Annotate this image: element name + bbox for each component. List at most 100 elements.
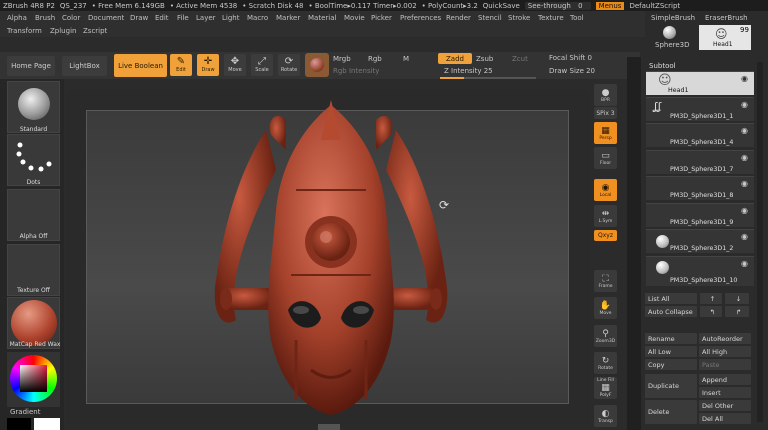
quicksave-button[interactable]: QuickSave	[483, 2, 520, 10]
rename-button[interactable]: Rename	[645, 333, 697, 344]
xyz-button[interactable]: Qxyz	[594, 230, 617, 241]
spix-slider[interactable]: SPix 3	[594, 107, 617, 119]
eye-icon[interactable]: ◉	[741, 100, 748, 109]
insert-button[interactable]: Insert	[699, 387, 751, 398]
live-boolean-button[interactable]: Live Boolean	[114, 54, 167, 77]
menu-brush[interactable]: Brush	[35, 14, 55, 22]
subtool-item-sphere1[interactable]: ʆʆ PM3D_Sphere3D1_1 ◉	[646, 97, 754, 121]
del-all-button[interactable]: Del All	[699, 413, 751, 424]
move-view-button[interactable]: ✋ Move	[594, 297, 617, 319]
secondary-color-swatch[interactable]	[34, 418, 60, 430]
move-button[interactable]: ✥ Move	[224, 54, 246, 76]
persp-button[interactable]: ▦ Persp	[594, 122, 617, 144]
rgb-button[interactable]: Rgb	[368, 55, 382, 63]
copy-button[interactable]: Copy	[645, 359, 697, 370]
subtool-item-sphere8[interactable]: PM3D_Sphere3D1_8 ◉	[646, 176, 754, 200]
eye-icon[interactable]: ◉	[741, 74, 748, 83]
menu-preferences[interactable]: Preferences	[400, 14, 441, 22]
menu-document[interactable]: Document	[88, 14, 124, 22]
draw-button[interactable]: ✛ Draw	[197, 54, 219, 76]
linefill-button[interactable]: Line Fill ▦ PolyF	[594, 377, 617, 399]
menu-transform[interactable]: Transform	[7, 27, 42, 35]
bpr-button[interactable]: ● BPR	[594, 84, 617, 106]
menu-tool[interactable]: Tool	[570, 14, 584, 22]
subtool-item-sphere7[interactable]: PM3D_Sphere3D1_7 ◉	[646, 150, 754, 174]
transp-button[interactable]: ◐ Transp	[594, 405, 617, 427]
list-all-button[interactable]: List All	[645, 293, 697, 304]
arrow-up-icon[interactable]: ↑	[700, 293, 722, 304]
subtool-item-sphere10[interactable]: PM3D_Sphere3D1_10 ◉	[646, 256, 754, 286]
menu-macro[interactable]: Macro	[247, 14, 268, 22]
default-zscript-button[interactable]: DefaultZScript	[629, 2, 680, 10]
menu-marker[interactable]: Marker	[276, 14, 300, 22]
m-button[interactable]: M	[403, 55, 409, 63]
duplicate-button[interactable]: Duplicate	[645, 374, 697, 398]
frame-button[interactable]: ⛶ Frame	[594, 270, 617, 292]
menu-movie[interactable]: Movie	[344, 14, 365, 22]
delete-button[interactable]: Delete	[645, 400, 697, 424]
menu-alpha[interactable]: Alpha	[7, 14, 27, 22]
home-page-button[interactable]: Home Page	[7, 56, 55, 76]
arrow-left-icon[interactable]: ↰	[700, 306, 722, 317]
zcut-button[interactable]: Zcut	[512, 55, 528, 63]
canvas-scroll-handle[interactable]	[318, 424, 340, 430]
eye-icon[interactable]: ◉	[741, 259, 748, 268]
rotate-view-button[interactable]: ↻ Rotate	[594, 352, 617, 374]
eye-icon[interactable]: ◉	[741, 126, 748, 135]
panel-scrollbar[interactable]	[757, 62, 763, 422]
zadd-button[interactable]: Zadd	[438, 53, 472, 64]
menu-edit[interactable]: Edit	[155, 14, 169, 22]
mrgb-button[interactable]: Mrgb	[333, 55, 351, 63]
color-picker[interactable]	[7, 352, 60, 407]
arrow-down-icon[interactable]: ↓	[725, 293, 749, 304]
material-swatch[interactable]	[305, 53, 329, 77]
lsym-button[interactable]: ⇹ L.Sym	[594, 205, 617, 227]
menu-draw[interactable]: Draw	[130, 14, 148, 22]
focal-shift-slider[interactable]: Focal Shift 0	[549, 54, 592, 62]
auto-collapse-button[interactable]: Auto Collapse	[645, 306, 697, 317]
autoreorder-button[interactable]: AutoReorder	[699, 333, 751, 344]
menu-material[interactable]: Material	[308, 14, 336, 22]
all-high-button[interactable]: All High	[699, 346, 751, 357]
menu-texture[interactable]: Texture	[538, 14, 564, 22]
draw-size-slider[interactable]: Draw Size 20	[549, 67, 595, 75]
eraser-brush-label[interactable]: EraserBrush	[705, 14, 748, 22]
floor-button[interactable]: ▭ Floor	[594, 147, 617, 169]
simple-brush-label[interactable]: SimpleBrush	[651, 14, 695, 22]
menu-color[interactable]: Color	[62, 14, 80, 22]
scale-button[interactable]: ⤢ Scale	[251, 54, 273, 76]
lightbox-button[interactable]: LightBox	[62, 56, 107, 76]
menu-zscript[interactable]: Zscript	[83, 27, 107, 35]
menu-stroke[interactable]: Stroke	[508, 14, 530, 22]
all-low-button[interactable]: All Low	[645, 346, 697, 357]
menu-light[interactable]: Light	[222, 14, 239, 22]
menu-picker[interactable]: Picker	[371, 14, 392, 22]
arrow-right-icon[interactable]: ↱	[725, 306, 749, 317]
append-button[interactable]: Append	[699, 374, 751, 385]
head1-tool-tile[interactable]: 99 ☺ Head1	[699, 25, 751, 50]
subtool-item-sphere9[interactable]: PM3D_Sphere3D1_9 ◉	[646, 203, 754, 227]
menu-file[interactable]: File	[177, 14, 189, 22]
see-through-slider[interactable]: See-through 0	[524, 1, 591, 10]
menu-zplugin[interactable]: Zplugin	[50, 27, 76, 35]
subtool-title[interactable]: Subtool	[649, 62, 676, 70]
zsub-button[interactable]: Zsub	[476, 55, 493, 63]
rotate-button[interactable]: ⟳ Rotate	[278, 54, 300, 76]
paste-button[interactable]: Paste	[699, 359, 751, 370]
rgb-intensity-slider[interactable]: Rgb Intensity	[333, 67, 379, 75]
del-other-button[interactable]: Del Other	[699, 400, 751, 411]
sphere3d-label[interactable]: Sphere3D	[655, 41, 690, 49]
main-color-swatch[interactable]	[7, 418, 31, 430]
sphere3d-thumbnail[interactable]	[663, 26, 676, 39]
eye-icon[interactable]: ◉	[741, 179, 748, 188]
subtool-item-head1[interactable]: ☺ Head1 ◉	[646, 71, 754, 95]
z-intensity-slider[interactable]: Z Intensity 25	[444, 67, 493, 75]
edit-button[interactable]: ✎ Edit	[170, 54, 192, 76]
menus-button[interactable]: Menus	[595, 1, 625, 10]
eye-icon[interactable]: ◉	[741, 153, 748, 162]
local-button[interactable]: ◉ Local	[594, 179, 617, 201]
sculpt-model[interactable]	[196, 100, 466, 418]
eye-icon[interactable]: ◉	[741, 206, 748, 215]
subtool-item-sphere4[interactable]: PM3D_Sphere3D1_4 ◉	[646, 123, 754, 147]
menu-layer[interactable]: Layer	[196, 14, 216, 22]
